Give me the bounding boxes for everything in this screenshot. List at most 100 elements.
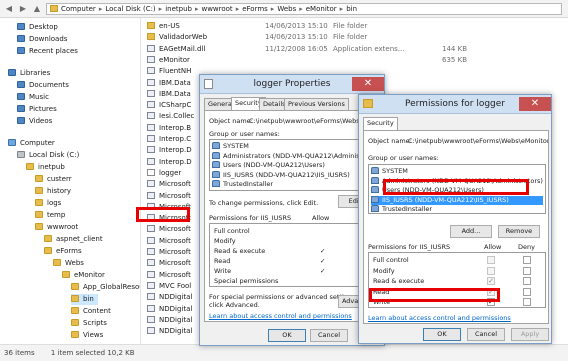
user-item[interactable]: IIS_IUSRS (NDD-VM-QUA212\IIS_IUSRS) bbox=[371, 195, 543, 205]
nav-item-history[interactable]: history bbox=[35, 186, 71, 197]
nav-item-webs[interactable]: Webs bbox=[53, 258, 84, 269]
file-name: Interop.C bbox=[159, 135, 192, 143]
user-group-icon bbox=[371, 186, 379, 193]
nav-item-content[interactable]: Content bbox=[71, 306, 111, 317]
dll-icon bbox=[147, 101, 155, 109]
add-button[interactable]: Add... bbox=[450, 225, 492, 238]
breadcrumb-segment[interactable]: Local Disk (C:) bbox=[105, 5, 155, 13]
status-item-count: 36 items bbox=[4, 349, 35, 357]
nav-item-music[interactable]: Music bbox=[17, 92, 49, 103]
cancel-button[interactable]: Cancel bbox=[467, 328, 505, 341]
user-item[interactable]: Users (NDD-VM-QUA212\Users) bbox=[212, 161, 374, 170]
file-name: en-US bbox=[159, 22, 180, 30]
file-name: Microsoft bbox=[159, 270, 191, 279]
nav-item-documents[interactable]: Documents bbox=[17, 80, 69, 91]
breadcrumb-segment[interactable]: Webs bbox=[277, 5, 296, 13]
apply-button[interactable]: Apply bbox=[511, 328, 549, 341]
user-group-icon bbox=[212, 180, 220, 187]
nav-item-emonitor[interactable]: eMonitor bbox=[62, 270, 105, 281]
object-name-value: C:\inetpub\wwwroot\eForms\Webs\eMonitor\… bbox=[408, 137, 548, 145]
nav-item-wwwroot[interactable]: wwwroot bbox=[35, 222, 78, 233]
file-name: Microsoft bbox=[159, 259, 191, 268]
deny-checkbox[interactable] bbox=[523, 287, 531, 296]
allow-checkbox[interactable] bbox=[487, 256, 495, 264]
nav-item-label: eMonitor bbox=[74, 271, 105, 279]
dll-icon bbox=[147, 123, 155, 131]
user-item[interactable]: SYSTEM bbox=[212, 142, 374, 151]
nav-item-temp[interactable]: temp bbox=[35, 210, 65, 221]
allow-header: Allow bbox=[484, 243, 502, 251]
file-row[interactable]: eMonitor 635 KB bbox=[147, 55, 567, 66]
dll-icon bbox=[147, 78, 155, 86]
breadcrumb-separator-icon: ▸ bbox=[158, 5, 163, 13]
nav-item-videos[interactable]: Videos bbox=[17, 116, 52, 127]
learn-more-link[interactable]: Learn about access control and permissio… bbox=[368, 314, 511, 322]
user-item[interactable]: SYSTEM bbox=[371, 167, 543, 176]
close-button[interactable]: ✕ bbox=[352, 77, 384, 91]
user-item[interactable]: TrustedInstaller bbox=[371, 205, 543, 214]
file-row[interactable]: ValidadorWeb 14/06/2013 15:10 File folder bbox=[147, 32, 567, 43]
nav-item-pictures[interactable]: Pictures bbox=[17, 104, 57, 115]
breadcrumb-segment[interactable]: eForms bbox=[242, 5, 268, 13]
nav-item-bin[interactable]: bin bbox=[71, 294, 98, 305]
deny-checkbox[interactable] bbox=[523, 266, 531, 275]
object-name-label: Object name: bbox=[368, 137, 412, 145]
user-name: SYSTEM bbox=[382, 167, 408, 175]
nav-item-scripts[interactable]: Scripts bbox=[71, 318, 107, 329]
address-field[interactable]: Computer ▸ Local Disk (C:) ▸ inetpub ▸ wwwroot… bbox=[46, 3, 562, 15]
nav-item-label: history bbox=[47, 187, 72, 195]
nav-item-eforms[interactable]: eForms bbox=[44, 246, 82, 257]
file-row[interactable]: EAGetMail.dll 11/12/2008 16:05 Application… bbox=[147, 44, 567, 55]
breadcrumb-segment[interactable]: bin bbox=[346, 5, 357, 13]
deny-checkbox[interactable] bbox=[523, 277, 531, 285]
permission-row: Read ✓ bbox=[214, 256, 374, 266]
nav-item-recent-places[interactable]: Recent places bbox=[17, 46, 78, 57]
downloads-icon bbox=[17, 35, 25, 42]
security-panel: Object name: C:\inetpub\wwwroot\eForms\W… bbox=[204, 110, 384, 322]
address-bar: ◀ ▶ ▲ Computer ▸ Local Disk (C:) ▸ inetpub ▸ w… bbox=[0, 0, 568, 18]
user-list[interactable]: SYSTEM Administrators (NDD-VM-QUA212\Admi… bbox=[209, 139, 384, 191]
dll-icon bbox=[147, 225, 155, 233]
nav-item-libraries[interactable]: Libraries bbox=[8, 68, 50, 79]
learn-more-link[interactable]: Learn about access control and permissio… bbox=[209, 312, 352, 320]
remove-button[interactable]: Remove bbox=[498, 225, 540, 238]
allow-checkbox[interactable]: ✓ bbox=[487, 277, 495, 285]
up-icon[interactable]: ▲ bbox=[32, 4, 42, 14]
cancel-button[interactable]: Cancel bbox=[310, 329, 348, 342]
nav-item-custerr[interactable]: custerr bbox=[35, 174, 72, 185]
user-item[interactable]: IIS_IUSRS (NDD-VM-QUA212\IIS_IUSRS) bbox=[212, 170, 374, 180]
back-icon[interactable]: ◀ bbox=[4, 4, 14, 14]
tab-previous-versions[interactable]: Previous Versions bbox=[284, 98, 349, 110]
nav-item-aspnet-client[interactable]: aspnet_client bbox=[44, 234, 103, 245]
user-item[interactable]: Administrators (NDD-VM-QUA212\Administra… bbox=[212, 151, 384, 161]
nav-item-views[interactable]: Views bbox=[71, 330, 103, 341]
file-type: File folder bbox=[333, 22, 368, 30]
breadcrumb[interactable]: Computer ▸ Local Disk (C:) ▸ inetpub ▸ wwwroot… bbox=[61, 5, 357, 13]
nav-item-computer[interactable]: Computer bbox=[8, 138, 55, 149]
breadcrumb-segment[interactable]: wwwroot bbox=[201, 5, 232, 13]
nav-item-desktop[interactable]: Desktop bbox=[17, 22, 58, 33]
close-button[interactable]: ✕ bbox=[519, 97, 551, 111]
forward-icon[interactable]: ▶ bbox=[18, 4, 28, 14]
file-date: 14/06/2013 15:10 bbox=[265, 22, 328, 30]
allow-checkbox[interactable] bbox=[487, 266, 495, 275]
nav-item-inetpub[interactable]: inetpub bbox=[26, 162, 65, 173]
nav-item-label: Content bbox=[83, 307, 111, 315]
breadcrumb-segment[interactable]: eMonitor bbox=[306, 5, 337, 13]
permission-name: Read bbox=[214, 257, 231, 265]
ok-button[interactable]: OK bbox=[423, 328, 461, 341]
nav-item-label: Local Disk (C:) bbox=[29, 151, 80, 159]
breadcrumb-segment[interactable]: inetpub bbox=[165, 5, 192, 13]
ok-button[interactable]: OK bbox=[268, 329, 306, 342]
permission-row: Read & execute ✓ bbox=[214, 246, 374, 256]
file-row[interactable]: en-US 14/06/2013 15:10 File folder bbox=[147, 21, 567, 32]
nav-item-logs[interactable]: logs bbox=[35, 198, 61, 209]
deny-checkbox[interactable] bbox=[523, 256, 531, 264]
user-item[interactable]: TrustedInstaller bbox=[212, 180, 374, 189]
deny-checkbox[interactable] bbox=[523, 298, 531, 306]
nav-item-local-disk-c-[interactable]: Local Disk (C:) bbox=[17, 150, 79, 161]
nav-item-downloads[interactable]: Downloads bbox=[17, 34, 67, 45]
breadcrumb-segment[interactable]: Computer bbox=[61, 5, 96, 13]
tab-security[interactable]: Security bbox=[363, 117, 398, 130]
status-bar: 36 items 1 item selected 10,2 KB bbox=[0, 344, 568, 361]
